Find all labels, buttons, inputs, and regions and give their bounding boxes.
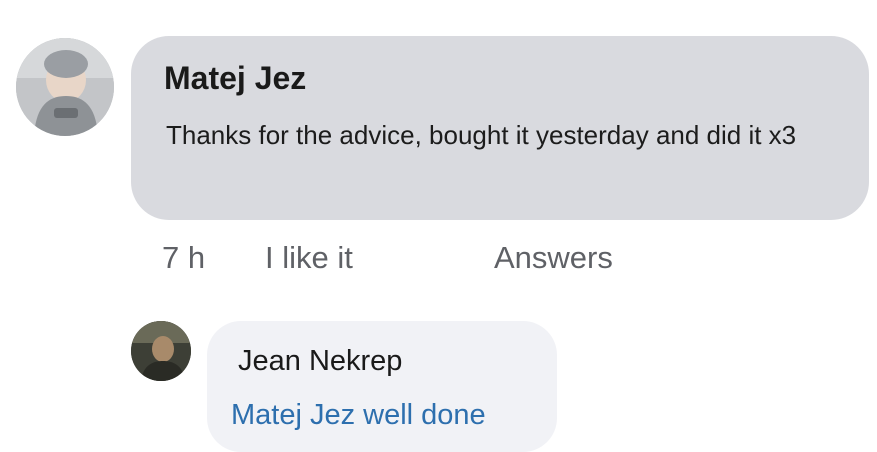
comment-text: Thanks for the advice, bought it yesterd… — [166, 120, 797, 150]
avatar-photo — [131, 321, 191, 381]
avatar-photo — [16, 38, 114, 136]
reply-bubble: Jean Nekrep Matej Jez well done — [207, 321, 557, 452]
comment-timestamp[interactable]: 7 h — [162, 240, 205, 276]
like-button[interactable]: I like it — [265, 240, 353, 276]
comment-author[interactable]: Matej Jez — [164, 60, 306, 97]
replier-avatar[interactable] — [131, 321, 191, 381]
comment-bubble: Matej Jez Thanks for the advice, bought … — [131, 36, 869, 220]
commenter-avatar[interactable] — [16, 38, 114, 136]
reply-text[interactable]: Matej Jez well done — [231, 399, 486, 432]
reply-author[interactable]: Jean Nekrep — [238, 345, 402, 378]
reply-button[interactable]: Answers — [494, 240, 613, 276]
